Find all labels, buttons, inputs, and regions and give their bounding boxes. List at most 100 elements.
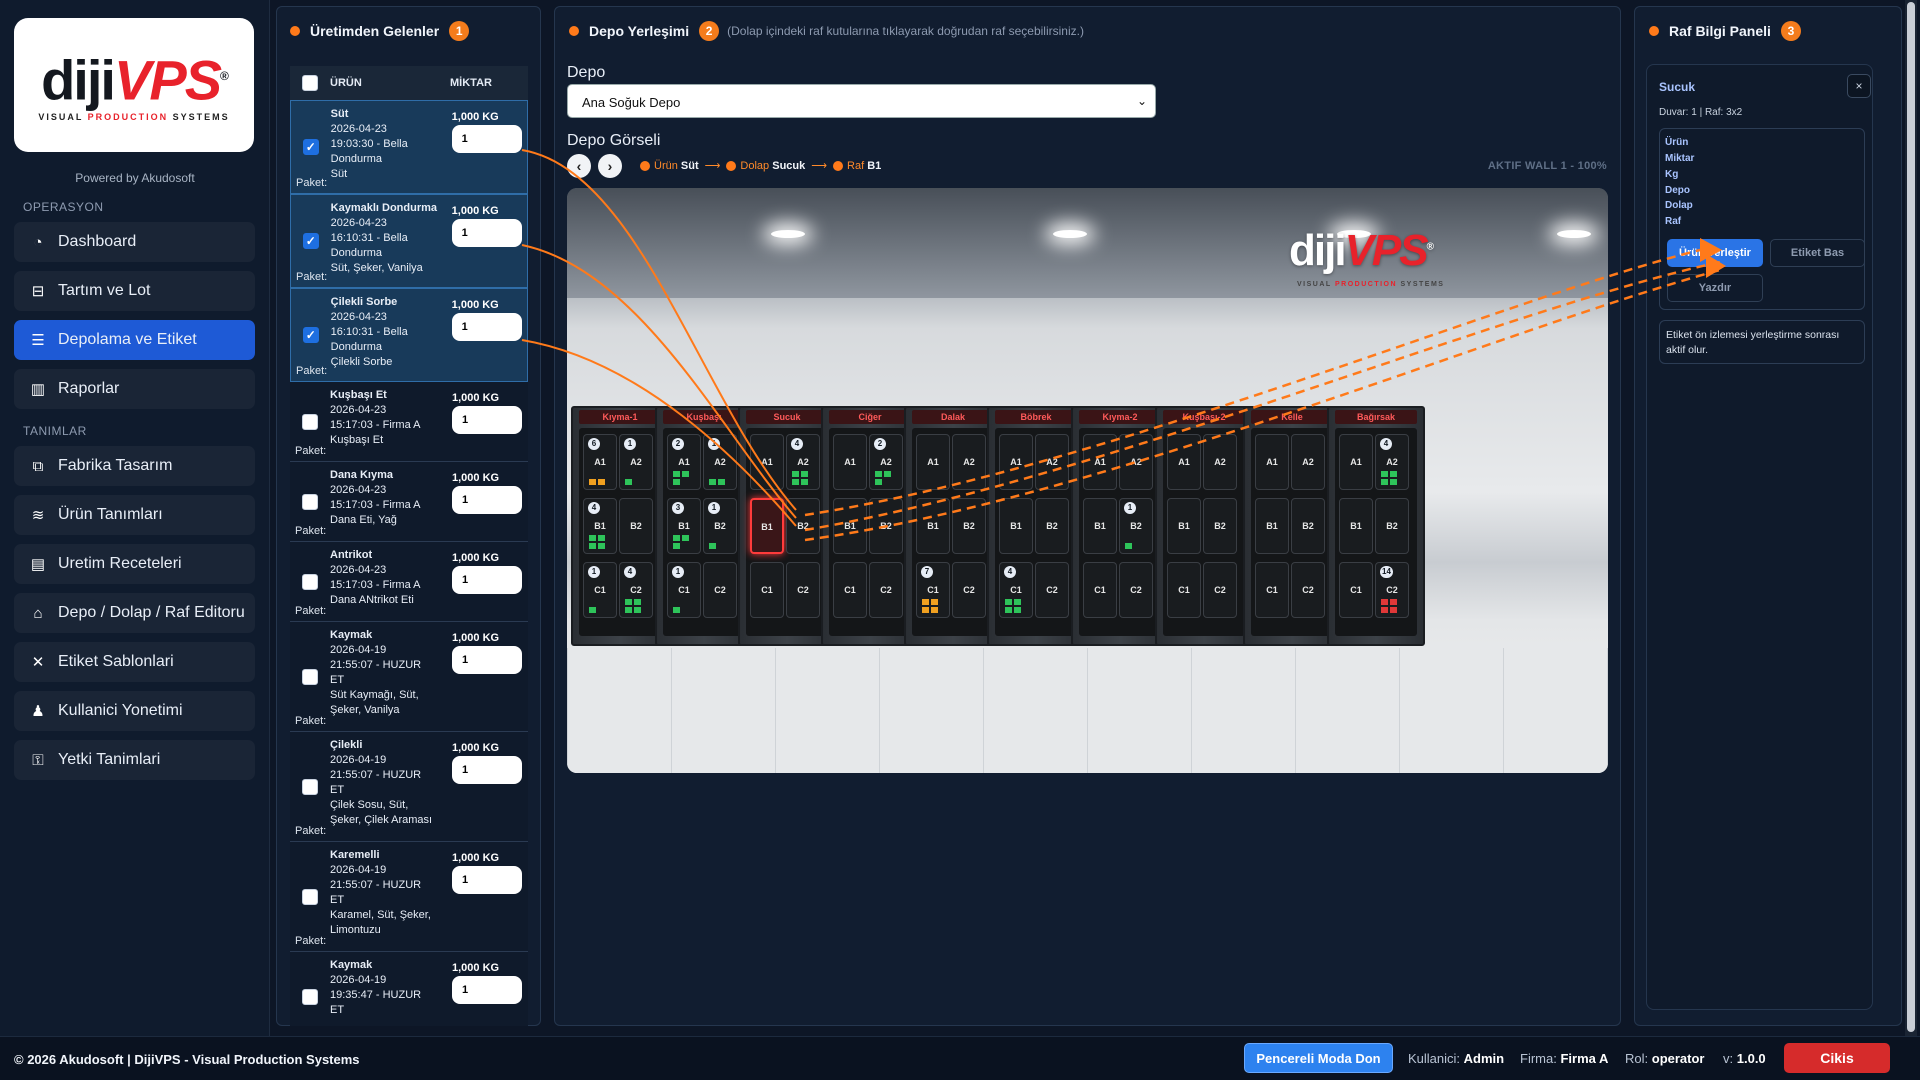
row-checkbox[interactable]: ✓ <box>302 233 319 249</box>
shelf-box[interactable]: 1 C1 <box>583 562 617 618</box>
shelf-box[interactable]: B1 <box>1083 498 1117 554</box>
shelf-box[interactable]: B2 <box>1035 498 1069 554</box>
row-checkbox[interactable] <box>302 888 318 905</box>
window-mode-button[interactable]: Pencereli Moda Don <box>1244 1043 1393 1073</box>
shelf-box[interactable]: C1 <box>750 562 784 618</box>
shelf-box[interactable]: 1 B2 <box>1119 498 1153 554</box>
row-checkbox[interactable] <box>302 493 318 510</box>
shelf-box[interactable]: 7 C1 <box>916 562 950 618</box>
table-row[interactable]: Karemelli 2026-04-19 21:55:07 - HUZUR ET Kar… <box>290 842 528 952</box>
page-scrollbar[interactable] <box>1905 0 1917 1036</box>
package-input[interactable]: 1 <box>452 646 522 674</box>
shelf-box[interactable]: B1 <box>916 498 950 554</box>
table-row[interactable]: ✓ Kaymaklı Dondurma 2026-04-23 16:10:31 - B… <box>290 194 528 288</box>
shelf-box[interactable]: A1 <box>1167 434 1201 490</box>
shelf-box[interactable]: B2 <box>869 498 903 554</box>
sidebar-item[interactable]: ◔ Dashboard <box>14 222 255 262</box>
select-all-checkbox[interactable] <box>302 75 318 91</box>
sidebar-item[interactable]: ≋ Ürün Tanımları <box>14 495 255 535</box>
shelf-box[interactable]: C1 <box>1083 562 1117 618</box>
next-wall-button[interactable]: › <box>598 154 622 178</box>
shelf-box[interactable]: 1 A2 <box>703 434 737 490</box>
shelf-box[interactable]: A1 <box>916 434 950 490</box>
shelf-box[interactable]: C2 <box>869 562 903 618</box>
shelf-box[interactable]: 6 A1 <box>583 434 617 490</box>
shelf-box[interactable]: C2 <box>703 562 737 618</box>
shelf-box[interactable]: A2 <box>952 434 986 490</box>
shelf-box[interactable]: B1 <box>750 498 784 554</box>
package-input[interactable]: 1 <box>451 219 522 247</box>
shelf-box[interactable]: B2 <box>619 498 653 554</box>
shelf-box[interactable]: A2 <box>1119 434 1153 490</box>
shelf-box[interactable]: B1 <box>833 498 867 554</box>
shelf-box[interactable]: C2 <box>1119 562 1153 618</box>
shelf-box[interactable]: 4 A2 <box>786 434 820 490</box>
prev-wall-button[interactable]: ‹ <box>567 154 591 178</box>
close-button[interactable]: × <box>1847 74 1871 98</box>
shelf-box[interactable]: B1 <box>999 498 1033 554</box>
package-input[interactable]: 1 <box>451 313 522 341</box>
shelf-box[interactable]: C2 <box>1203 562 1237 618</box>
row-checkbox[interactable] <box>302 413 318 430</box>
shelf-box[interactable]: B2 <box>1291 498 1325 554</box>
shelf-box[interactable]: 4 B1 <box>583 498 617 554</box>
row-checkbox[interactable] <box>302 668 318 685</box>
shelf-box[interactable]: C2 <box>1291 562 1325 618</box>
table-row[interactable]: Kuşbaşı Et 2026-04-23 15:17:03 - Firma A Ku… <box>290 382 528 462</box>
shelf-box[interactable]: A1 <box>1083 434 1117 490</box>
shelf-box[interactable]: C1 <box>1339 562 1373 618</box>
sidebar-item[interactable]: ♟ Kullanici Yonetimi <box>14 691 255 731</box>
shelf-box[interactable]: B2 <box>786 498 820 554</box>
table-row[interactable]: Çilekli 2026-04-19 21:55:07 - HUZUR ET Çilek… <box>290 732 528 842</box>
shelf-box[interactable]: A1 <box>1255 434 1289 490</box>
shelf-box[interactable]: 4 C1 <box>999 562 1033 618</box>
shelf-box[interactable]: 4 C2 <box>619 562 653 618</box>
shelf-box[interactable]: A2 <box>1291 434 1325 490</box>
sidebar-item[interactable]: ✕ Etiket Sablonlari <box>14 642 255 682</box>
shelf-box[interactable]: 2 A1 <box>667 434 701 490</box>
shelf-box[interactable]: A1 <box>999 434 1033 490</box>
table-row[interactable]: ✓ Süt 2026-04-23 19:03:30 - Bella Dondurma Sü… <box>290 100 528 194</box>
sidebar-item[interactable]: ⌂ Depo / Dolap / Raf Editoru <box>14 593 255 633</box>
shelf-box[interactable]: B2 <box>1375 498 1409 554</box>
table-row[interactable]: ✓ Çilekli Sorbe 2026-04-23 16:10:31 - Bella… <box>290 288 528 382</box>
sidebar-item[interactable]: ⧉ Fabrika Tasarım <box>14 446 255 486</box>
shelf-box[interactable]: 1 A2 <box>619 434 653 490</box>
shelf-box[interactable]: C2 <box>952 562 986 618</box>
package-input[interactable]: 1 <box>452 976 522 1004</box>
shelf-box[interactable]: 14 C2 <box>1375 562 1409 618</box>
place-product-button[interactable]: Ürün Yerleştir <box>1667 239 1763 267</box>
table-row[interactable]: Antrikot 2026-04-23 15:17:03 - Firma A Dana… <box>290 542 528 622</box>
package-input[interactable]: 1 <box>452 566 522 594</box>
shelf-box[interactable]: B1 <box>1255 498 1289 554</box>
shelf-box[interactable]: 3 B1 <box>667 498 701 554</box>
sidebar-item[interactable]: ▥ Raporlar <box>14 369 255 409</box>
shelf-box[interactable]: 4 A2 <box>1375 434 1409 490</box>
row-checkbox[interactable] <box>302 573 318 590</box>
shelf-box[interactable]: A1 <box>833 434 867 490</box>
depot-select[interactable]: Ana Soğuk Depo ⌄ <box>567 84 1156 118</box>
row-checkbox[interactable] <box>302 988 318 1005</box>
sidebar-item[interactable]: ▤ Uretim Receteleri <box>14 544 255 584</box>
shelf-box[interactable]: C1 <box>1167 562 1201 618</box>
print-button[interactable]: Yazdır <box>1667 274 1763 302</box>
print-label-button[interactable]: Etiket Bas <box>1770 239 1865 267</box>
shelf-box[interactable]: B1 <box>1339 498 1373 554</box>
package-input[interactable]: 1 <box>452 866 522 894</box>
shelf-box[interactable]: B2 <box>1203 498 1237 554</box>
package-input[interactable]: 1 <box>452 486 522 514</box>
row-checkbox[interactable] <box>302 778 318 795</box>
shelf-box[interactable]: A1 <box>1339 434 1373 490</box>
package-input[interactable]: 1 <box>451 125 522 153</box>
sidebar-item[interactable]: ☰ Depolama ve Etiket <box>14 320 255 360</box>
shelf-box[interactable]: A2 <box>1035 434 1069 490</box>
shelf-box[interactable]: C2 <box>1035 562 1069 618</box>
shelf-box[interactable]: 1 B2 <box>703 498 737 554</box>
cabinet[interactable]: Bağırsak A1 4 A2 B1 B2 C1 14 C2 <box>1327 406 1425 646</box>
row-checkbox[interactable]: ✓ <box>302 327 319 343</box>
shelf-box[interactable]: A2 <box>1203 434 1237 490</box>
shelf-box[interactable]: C2 <box>786 562 820 618</box>
table-row[interactable]: Kaymak 2026-04-19 19:35:47 - HUZUR ET 1,000 … <box>290 952 528 1026</box>
cabinet[interactable]: Kuşbaşı-2 A1 A2 B1 B2 C1 C2 <box>1155 406 1253 646</box>
sidebar-item[interactable]: ⊟ Tartım ve Lot <box>14 271 255 311</box>
